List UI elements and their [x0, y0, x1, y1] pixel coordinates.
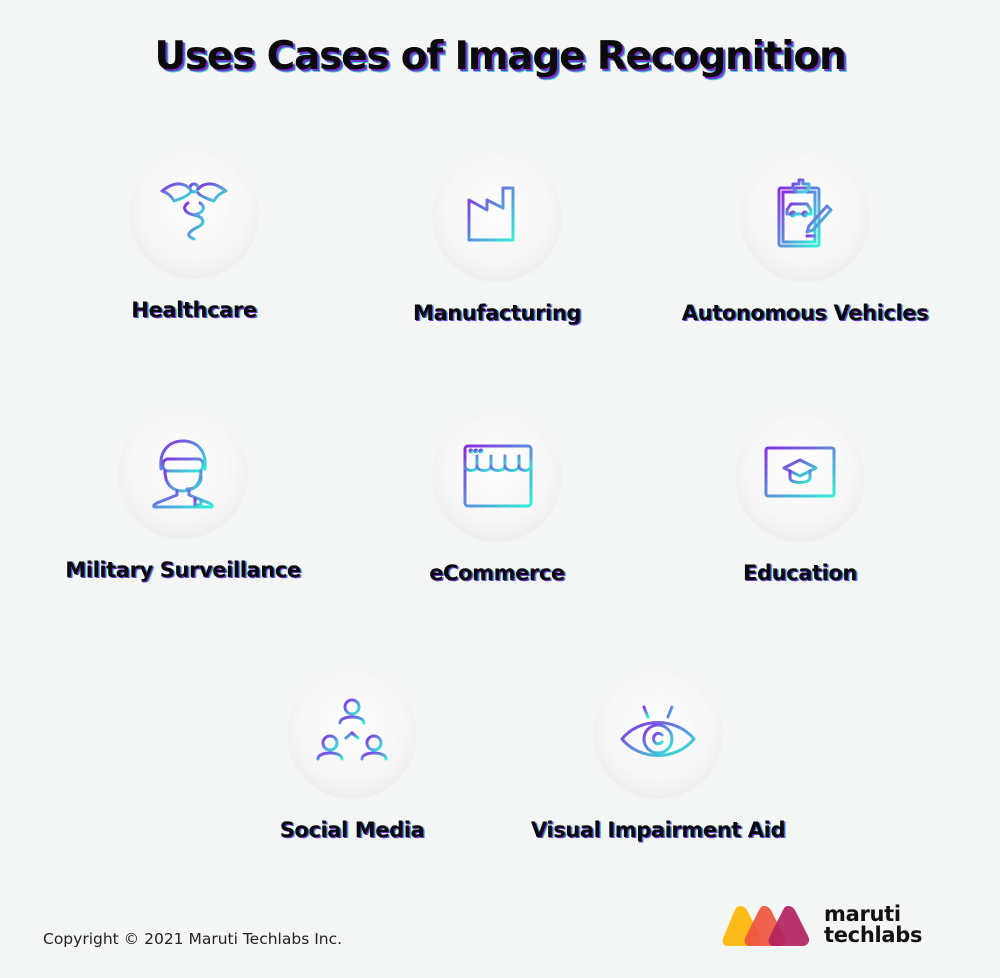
- use-case-label: Visual Impairment Aid: [530, 818, 786, 842]
- icon-circle: [434, 153, 560, 279]
- use-case-label: eCommerce: [429, 561, 565, 585]
- caduceus-icon: [160, 182, 228, 247]
- use-case-manufacturing: Manufacturing: [347, 153, 647, 325]
- use-case-label: Manufacturing: [412, 301, 582, 325]
- eye-icon: [620, 703, 696, 757]
- logo-text: maruti techlabs: [824, 904, 922, 946]
- icon-circle: [737, 413, 863, 539]
- icon-circle: [131, 150, 257, 276]
- use-case-label: Healthcare: [131, 298, 257, 322]
- storefront-icon: [463, 444, 533, 508]
- monitor-graduation-cap-icon: [764, 446, 836, 506]
- use-case-label: Social Media: [279, 818, 425, 842]
- use-case-social-media: Social Media: [202, 670, 502, 842]
- use-case-healthcare: Healthcare: [44, 150, 344, 322]
- use-case-label: Autonomous Vehicles: [681, 301, 929, 325]
- icon-circle: [289, 670, 415, 796]
- soldier-icon: [152, 439, 214, 509]
- maruti-techlabs-logo: maruti techlabs: [722, 904, 922, 946]
- icon-circle: [434, 413, 560, 539]
- page-title: Uses Cases of Image Recognition: [154, 34, 846, 79]
- social-network-icon: [316, 698, 388, 761]
- icon-circle: [120, 410, 246, 536]
- use-case-education: Education: [650, 413, 950, 585]
- use-case-label: Education: [743, 561, 857, 585]
- logo-line-1: maruti: [824, 902, 901, 926]
- use-case-autonomous-vehicles: Autonomous Vehicles: [655, 153, 955, 325]
- use-case-ecommerce: eCommerce: [347, 413, 647, 585]
- factory-icon: [463, 186, 521, 242]
- icon-circle: [595, 670, 721, 796]
- copyright-text: Copyright © 2021 Maruti Techlabs Inc.: [43, 930, 343, 948]
- icon-circle: [742, 153, 868, 279]
- clipboard-car-icon: [777, 178, 833, 248]
- use-case-label: Military Surveillance: [65, 558, 301, 582]
- use-case-visual-impairment-aid: Visual Impairment Aid: [508, 670, 808, 842]
- logo-mark-icon: [722, 906, 810, 946]
- use-case-military-surveillance: Military Surveillance: [33, 410, 333, 582]
- logo-line-2: techlabs: [824, 923, 923, 947]
